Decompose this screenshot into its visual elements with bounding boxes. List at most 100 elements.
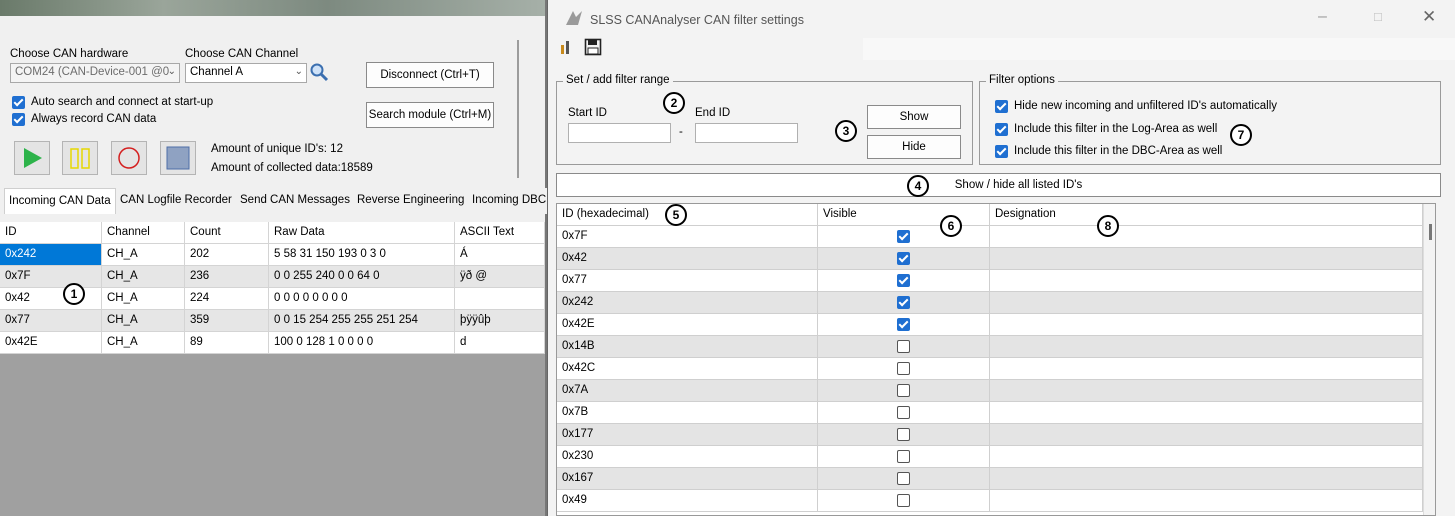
visible-checkbox[interactable] — [897, 384, 910, 397]
table-row[interactable]: 0x7F CH_A 236 0 0 255 240 0 0 64 0 ÿð @ — [0, 266, 545, 288]
record-button[interactable] — [111, 141, 147, 175]
scrollbar-thumb[interactable] — [1429, 224, 1432, 240]
column-header-count[interactable]: Count — [185, 222, 269, 244]
pause-button[interactable] — [62, 141, 98, 175]
cell-id-hex: 0x7F — [557, 226, 818, 248]
filter-table-row[interactable]: 0x7F — [557, 226, 1435, 248]
filter-id-table: ID (hexadecimal) Visible Designation 0x7… — [556, 203, 1436, 516]
filter-options-group: Filter options Hide new incoming and unf… — [979, 74, 1441, 165]
cell-designation[interactable] — [990, 402, 1423, 424]
main-window: Choose CAN hardware Choose CAN Channel C… — [0, 0, 551, 516]
auto-search-checkbox[interactable] — [12, 96, 25, 109]
cell-designation[interactable] — [990, 490, 1423, 512]
close-button[interactable]: ✕ — [1422, 7, 1436, 27]
disconnect-button[interactable]: Disconnect (Ctrl+T) — [366, 62, 494, 88]
cell-visible — [818, 402, 990, 424]
cell-designation[interactable] — [990, 336, 1423, 358]
filter-table-row[interactable]: 0x7B — [557, 402, 1435, 424]
cell-designation[interactable] — [990, 248, 1423, 270]
tab-can-logfile-recorder[interactable]: CAN Logfile Recorder — [116, 188, 236, 214]
cell-ascii-text: d — [455, 332, 545, 354]
visible-checkbox[interactable] — [897, 230, 910, 243]
callout-1: 1 — [63, 283, 85, 305]
cell-designation[interactable] — [990, 226, 1423, 248]
visible-checkbox[interactable] — [897, 340, 910, 353]
maximize-button[interactable]: □ — [1374, 9, 1382, 24]
stop-button[interactable] — [160, 141, 196, 175]
filter-table-row[interactable]: 0x230 — [557, 446, 1435, 468]
cell-designation[interactable] — [990, 358, 1423, 380]
cell-designation[interactable] — [990, 468, 1423, 490]
filter-table-row[interactable]: 0x7A — [557, 380, 1435, 402]
cell-designation[interactable] — [990, 446, 1423, 468]
visible-checkbox[interactable] — [897, 274, 910, 287]
cell-visible — [818, 248, 990, 270]
cell-raw-data: 0 0 255 240 0 0 64 0 — [269, 266, 455, 288]
visible-checkbox[interactable] — [897, 428, 910, 441]
column-header-visible[interactable]: Visible — [818, 204, 990, 226]
filter-table-row[interactable]: 0x42 — [557, 248, 1435, 270]
include-dbc-area-checkbox[interactable] — [995, 145, 1008, 158]
visible-checkbox[interactable] — [897, 494, 910, 507]
search-icon[interactable] — [309, 62, 329, 82]
cell-visible — [818, 314, 990, 336]
column-header-id[interactable]: ID — [0, 222, 102, 244]
visible-checkbox[interactable] — [897, 318, 910, 331]
visible-checkbox[interactable] — [897, 450, 910, 463]
tab-incoming-dbc[interactable]: Incoming DBC — [468, 188, 551, 214]
cell-designation[interactable] — [990, 314, 1423, 336]
column-header-raw-data[interactable]: Raw Data — [269, 222, 455, 244]
vertical-scrollbar[interactable] — [1423, 204, 1435, 515]
tab-send-can-messages[interactable]: Send CAN Messages — [236, 188, 354, 214]
visible-checkbox[interactable] — [897, 252, 910, 265]
column-header-channel[interactable]: Channel — [102, 222, 185, 244]
always-record-checkbox[interactable] — [12, 113, 25, 126]
filter-table-row[interactable]: 0x42C — [557, 358, 1435, 380]
table-row[interactable]: 0x42E CH_A 89 100 0 128 1 0 0 0 0d — [0, 332, 545, 354]
cell-designation[interactable] — [990, 424, 1423, 446]
tab-reverse-engineering[interactable]: Reverse Engineering — [353, 188, 469, 214]
column-header-ascii-text[interactable]: ASCII Text — [455, 222, 545, 244]
cell-ascii-text: þÿÿûþ — [455, 310, 545, 332]
visible-checkbox[interactable] — [897, 472, 910, 485]
filter-table-row[interactable]: 0x167 — [557, 468, 1435, 490]
visible-checkbox[interactable] — [897, 362, 910, 375]
end-id-input[interactable] — [695, 123, 798, 143]
filter-table-row[interactable]: 0x49 — [557, 490, 1435, 512]
cell-id-hex: 0x167 — [557, 468, 818, 490]
channel-select[interactable]: Channel A ⌄ — [185, 63, 307, 83]
column-header-designation[interactable]: Designation — [990, 204, 1423, 226]
filter-table-row[interactable]: 0x42E — [557, 314, 1435, 336]
filter-table-row[interactable]: 0x242 — [557, 292, 1435, 314]
show-hide-all-button[interactable]: Show / hide all listed ID's — [556, 173, 1441, 197]
start-id-input[interactable] — [568, 123, 671, 143]
background-image-strip — [0, 0, 545, 16]
filter-table-row[interactable]: 0x14B — [557, 336, 1435, 358]
minimize-button[interactable]: – — [1318, 8, 1327, 26]
tab-incoming-can-data[interactable]: Incoming CAN Data — [4, 188, 116, 214]
column-header-id-hex[interactable]: ID (hexadecimal) — [557, 204, 818, 226]
hide-button[interactable]: Hide — [867, 135, 961, 159]
open-file-icon[interactable] — [558, 38, 574, 56]
filter-table-row[interactable]: 0x77 — [557, 270, 1435, 292]
hardware-select[interactable]: COM24 (CAN-Device-001 @0 ⌄ — [10, 63, 180, 83]
show-button[interactable]: Show — [867, 105, 961, 129]
cell-id-hex: 0x42 — [557, 248, 818, 270]
cell-designation[interactable] — [990, 380, 1423, 402]
filter-table-row[interactable]: 0x177 — [557, 424, 1435, 446]
cell-designation[interactable] — [990, 292, 1423, 314]
cell-visible — [818, 336, 990, 358]
cell-channel: CH_A — [102, 310, 185, 332]
cell-ascii-text: ÿð @ — [455, 266, 545, 288]
table-row[interactable]: 0x242 CH_A 202 5 58 31 150 193 0 3 0Á — [0, 244, 545, 266]
search-module-button[interactable]: Search module (Ctrl+M) — [366, 102, 494, 128]
cell-designation[interactable] — [990, 270, 1423, 292]
include-log-area-checkbox[interactable] — [995, 123, 1008, 136]
collected-data-text: Amount of collected data:18589 — [211, 162, 373, 174]
hide-unfiltered-checkbox[interactable] — [995, 100, 1008, 113]
play-button[interactable] — [14, 141, 50, 175]
save-icon[interactable] — [584, 38, 602, 56]
visible-checkbox[interactable] — [897, 296, 910, 309]
visible-checkbox[interactable] — [897, 406, 910, 419]
table-row[interactable]: 0x77 CH_A 359 0 0 15 254 255 255 251 254 þÿÿ… — [0, 310, 545, 332]
